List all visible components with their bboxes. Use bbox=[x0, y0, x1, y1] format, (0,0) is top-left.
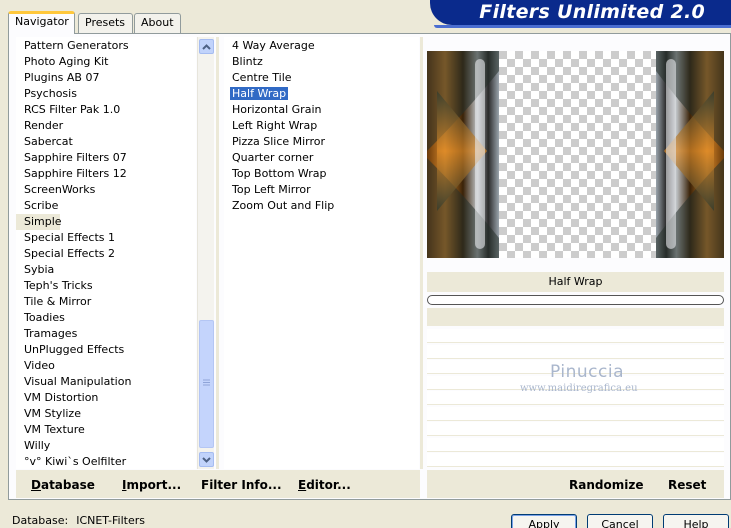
category-item[interactable]: Render bbox=[16, 118, 196, 134]
filter-item-label: Pizza Slice Mirror bbox=[232, 135, 326, 148]
parameter-header bbox=[427, 308, 724, 326]
cancel-button[interactable]: Cancel bbox=[587, 514, 653, 528]
filter-item[interactable]: Centre Tile bbox=[224, 70, 419, 86]
apply-button[interactable]: Apply bbox=[511, 514, 577, 528]
grip-icon bbox=[203, 379, 210, 387]
filter-list[interactable]: 4 Way Average Blintz Centre Tile Half Wrap H… bbox=[224, 37, 419, 469]
filter-item[interactable]: Half Wrap bbox=[224, 86, 419, 102]
filter-item[interactable]: Blintz bbox=[224, 54, 419, 70]
category-item[interactable]: Sapphire Filters 12 bbox=[16, 166, 196, 182]
category-item[interactable]: Tile & Mirror bbox=[16, 294, 196, 310]
editor-button[interactable]: Editor... bbox=[298, 478, 351, 492]
category-item[interactable]: Psychosis bbox=[16, 86, 196, 102]
status-value: ICNET-Filters bbox=[76, 514, 145, 527]
parameter-row bbox=[427, 437, 724, 452]
preview-image bbox=[427, 51, 724, 258]
category-item[interactable]: Visual Manipulation bbox=[16, 374, 196, 390]
category-list[interactable]: Pattern Generators Photo Aging Kit Plugins… bbox=[16, 37, 196, 469]
filter-item-label: Zoom Out and Flip bbox=[232, 199, 335, 212]
category-item[interactable]: VM Stylize bbox=[16, 406, 196, 422]
filter-item[interactable]: Pizza Slice Mirror bbox=[224, 134, 419, 150]
parameter-row bbox=[427, 406, 724, 421]
filter-item-label: Top Bottom Wrap bbox=[232, 167, 327, 180]
category-scrollbar[interactable] bbox=[197, 37, 214, 469]
current-filter-name: Half Wrap bbox=[427, 272, 724, 292]
database-button[interactable]: Database bbox=[31, 478, 95, 492]
filter-item[interactable]: Top Left Mirror bbox=[224, 182, 419, 198]
chevron-down-icon bbox=[202, 457, 211, 463]
preview-art-left bbox=[427, 51, 499, 258]
filter-item[interactable]: Quarter corner bbox=[224, 150, 419, 166]
chevron-up-icon bbox=[202, 44, 211, 50]
filter-item[interactable]: Left Right Wrap bbox=[224, 118, 419, 134]
scroll-thumb[interactable] bbox=[199, 320, 214, 448]
watermark-url: www.maidiregrafica.eu bbox=[520, 383, 638, 394]
tab-presets[interactable]: Presets bbox=[78, 13, 133, 33]
category-item[interactable]: VM Texture bbox=[16, 422, 196, 438]
category-item[interactable]: Video bbox=[16, 358, 196, 374]
scroll-down-button[interactable] bbox=[199, 452, 214, 467]
filter-item-label: Top Left Mirror bbox=[232, 183, 311, 196]
category-item[interactable]: Willy bbox=[16, 438, 196, 454]
help-button[interactable]: Help bbox=[663, 514, 729, 528]
category-item[interactable]: °v° Kiwi`s Oelfilter bbox=[16, 454, 196, 470]
filter-item[interactable]: Top Bottom Wrap bbox=[224, 166, 419, 182]
filter-item-label: Centre Tile bbox=[232, 71, 292, 84]
category-item[interactable]: VM Distortion bbox=[16, 390, 196, 406]
category-item[interactable]: Photo Aging Kit bbox=[16, 54, 196, 70]
toolbar: Database Import... Filter Info... Editor… bbox=[16, 470, 420, 498]
preview-art-right bbox=[656, 51, 724, 258]
category-item[interactable]: UnPlugged Effects bbox=[16, 342, 196, 358]
filter-item-label: 4 Way Average bbox=[232, 39, 315, 52]
filter-item-label: Horizontal Grain bbox=[232, 103, 322, 116]
category-item[interactable]: Sapphire Filters 07 bbox=[16, 150, 196, 166]
filter-item-label: Quarter corner bbox=[232, 151, 314, 164]
filter-item[interactable]: 4 Way Average bbox=[224, 38, 419, 54]
category-item[interactable]: Toadies bbox=[16, 310, 196, 326]
filter-item-label: Left Right Wrap bbox=[232, 119, 318, 132]
filter-item-label: Blintz bbox=[232, 55, 263, 68]
category-item[interactable]: Pattern Generators bbox=[16, 38, 196, 54]
parameter-row bbox=[427, 453, 724, 467]
import-button[interactable]: Import... bbox=[122, 478, 181, 492]
filter-item[interactable]: Zoom Out and Flip bbox=[224, 198, 419, 214]
parameter-row bbox=[427, 329, 724, 343]
randomize-button[interactable]: Randomize bbox=[569, 478, 643, 492]
tab-navigator[interactable]: Navigator bbox=[8, 11, 75, 34]
category-item[interactable]: ScreenWorks bbox=[16, 182, 196, 198]
splitter[interactable] bbox=[420, 37, 423, 469]
category-item[interactable]: Sabercat bbox=[16, 134, 196, 150]
category-item[interactable]: Plugins AB 07 bbox=[16, 70, 196, 86]
scroll-up-button[interactable] bbox=[199, 39, 214, 54]
progress-bar bbox=[427, 295, 724, 305]
category-item[interactable]: Scribe bbox=[16, 198, 196, 214]
toolbar-right: Randomize Reset bbox=[427, 470, 724, 498]
category-item[interactable]: Special Effects 1 bbox=[16, 230, 196, 246]
filter-item-label: Half Wrap bbox=[230, 87, 289, 100]
category-item[interactable]: Special Effects 2 bbox=[16, 246, 196, 262]
app-banner: Filters Unlimited 2.0 bbox=[430, 0, 731, 25]
status-label: Database: bbox=[12, 514, 69, 527]
splitter[interactable] bbox=[216, 37, 219, 469]
status-bar: Database: ICNET-Filters bbox=[12, 514, 145, 527]
filter-item[interactable]: Horizontal Grain bbox=[224, 102, 419, 118]
watermark-title: Pinuccia bbox=[550, 362, 624, 382]
parameter-row bbox=[427, 422, 724, 436]
filter-info-button[interactable]: Filter Info... bbox=[201, 478, 282, 492]
category-item[interactable]: Sybia bbox=[16, 262, 196, 278]
category-item[interactable]: Teph's Tricks bbox=[16, 278, 196, 294]
category-item[interactable]: Simple bbox=[16, 214, 62, 230]
parameter-row bbox=[427, 344, 724, 359]
category-item[interactable]: Tramages bbox=[16, 326, 196, 342]
category-item[interactable]: RCS Filter Pak 1.0 bbox=[16, 102, 196, 118]
tab-about[interactable]: About bbox=[134, 13, 181, 33]
banner-edge bbox=[434, 25, 731, 28]
reset-button[interactable]: Reset bbox=[668, 478, 706, 492]
